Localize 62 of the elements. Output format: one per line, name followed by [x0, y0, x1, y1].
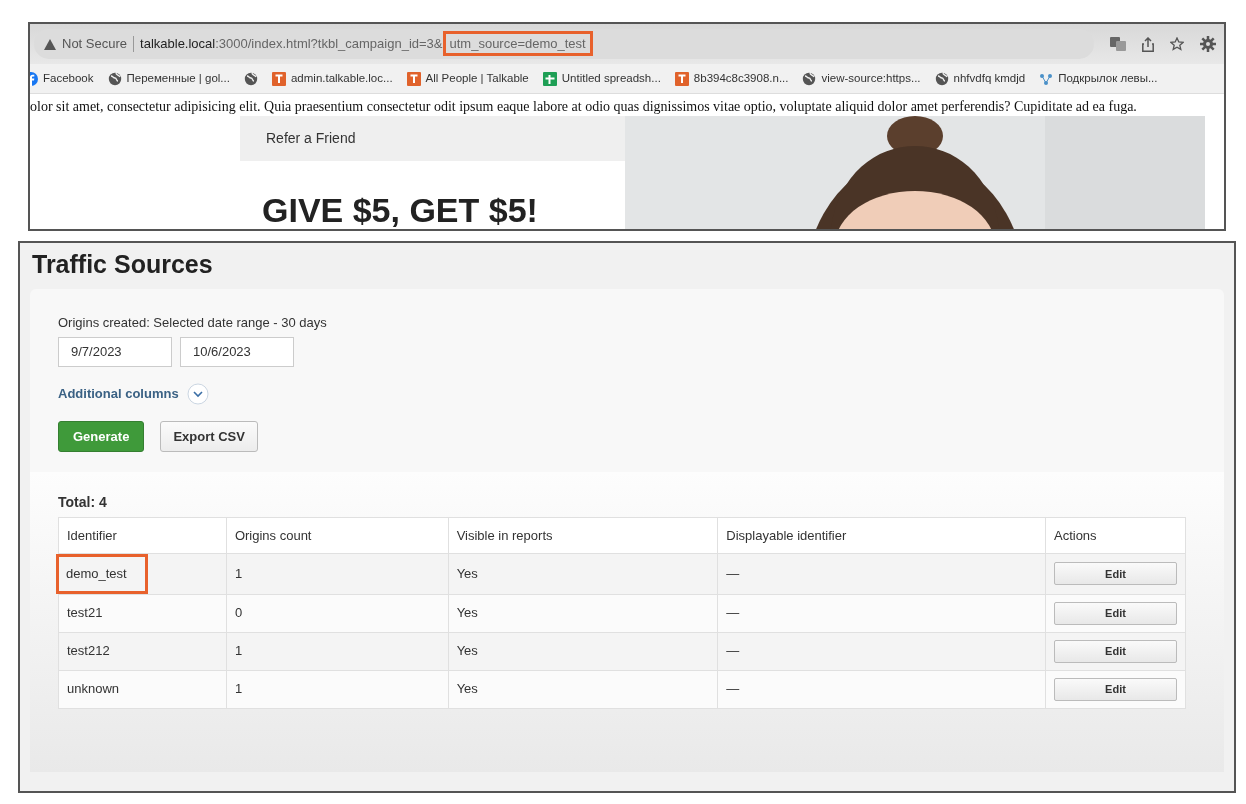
gear-icon[interactable] — [1200, 36, 1216, 52]
table-cell: 1 — [234, 566, 243, 581]
table-cell: test212 — [67, 643, 110, 659]
bookmark-item[interactable]: 8b394c8c3908.n... — [674, 69, 789, 88]
table-cell: test21 — [67, 605, 103, 621]
column-header: Origins count — [226, 517, 449, 554]
globe-icon[interactable] — [243, 71, 258, 86]
chevron-toggle-icon[interactable] — [186, 382, 209, 405]
offer-title: GIVE $5, GET $5! — [261, 190, 539, 229]
body-paragraph: olor sit amet, consectetur adipisicing elit. Quia praesentium consectetur odit ipsum eaque labore at odio quas dignissimos vitae optio, voluptate aliquid dolor amet perferendis? Cupiditate ad ea fuga. — [30, 98, 1138, 116]
security-label[interactable]: Not Secure — [62, 34, 128, 54]
address-url[interactable]: talkable.local:3000/index.html?tkbl_campaign_id=3& utm_source=demo_test — [140, 34, 593, 54]
table-cell: demo_test — [56, 554, 148, 594]
table-cell: 1 — [234, 681, 243, 697]
table-cell: unknown — [67, 681, 120, 697]
table-cell: — — [726, 605, 740, 621]
bookmark-item[interactable]: Untitled spreadsh... — [542, 69, 661, 88]
warning-icon — [44, 38, 56, 50]
date-range-label: Origins created: Selected date range - 30 days — [58, 314, 328, 332]
table-cell: Yes — [456, 605, 478, 621]
column-header: Visible in reports — [448, 517, 718, 554]
edit-button[interactable]: Edit — [1053, 562, 1177, 586]
table-cell: Yes — [456, 643, 478, 659]
bookmark-item[interactable]: All People | Talkable — [406, 69, 529, 88]
star-icon[interactable] — [1170, 37, 1184, 51]
column-header: Displayable identifier — [717, 517, 1046, 554]
letter-t-icon — [271, 71, 286, 86]
translate-icon[interactable] — [1110, 37, 1126, 51]
edit-button[interactable]: Edit — [1053, 677, 1177, 701]
bookmark-item[interactable]: Facebook — [30, 69, 94, 88]
letter-t-icon — [674, 71, 689, 86]
edit-button[interactable]: Edit — [1053, 601, 1177, 625]
bookmark-item[interactable]: nhfvdfq kmdjd — [934, 69, 1026, 88]
column-header: Identifier — [58, 517, 227, 554]
generate-button[interactable]: Generate — [58, 420, 145, 452]
bookmark-item[interactable]: view-source:https... — [802, 69, 921, 88]
table-cell: Yes — [456, 566, 478, 581]
table-cell: — — [726, 566, 740, 581]
export-csv-button[interactable]: Export CSV — [160, 420, 258, 452]
spreadsheet-icon — [542, 71, 557, 86]
column-header: Actions — [1045, 517, 1186, 554]
additional-columns-link[interactable]: Additional columns — [58, 383, 179, 404]
network-icon — [1039, 71, 1054, 86]
start-date-field[interactable]: 9/7/2023 — [58, 336, 172, 367]
share-icon[interactable] — [1142, 36, 1154, 52]
table-cell: — — [726, 681, 740, 697]
globe-icon — [107, 71, 122, 86]
total-count: Total: 4 — [58, 493, 108, 512]
table-cell: — — [726, 643, 740, 659]
offer-header: Refer a Friend — [240, 116, 625, 161]
edit-button[interactable]: Edit — [1053, 639, 1177, 663]
page-title: Traffic Sources — [31, 249, 214, 280]
globe-icon — [934, 71, 949, 86]
bookmark-item[interactable]: Подкрылок левы... — [1039, 69, 1158, 88]
table-cell: 1 — [234, 643, 243, 659]
end-date-field[interactable]: 10/6/2023 — [180, 336, 294, 367]
bookmark-item[interactable]: admin.talkable.loc... — [271, 69, 393, 88]
globe-icon — [802, 71, 817, 86]
letter-t-icon — [406, 71, 421, 86]
bookmark-item[interactable]: Переменные | gol... — [107, 69, 230, 88]
table-cell: 0 — [234, 605, 243, 621]
table-cell: Yes — [456, 681, 478, 697]
